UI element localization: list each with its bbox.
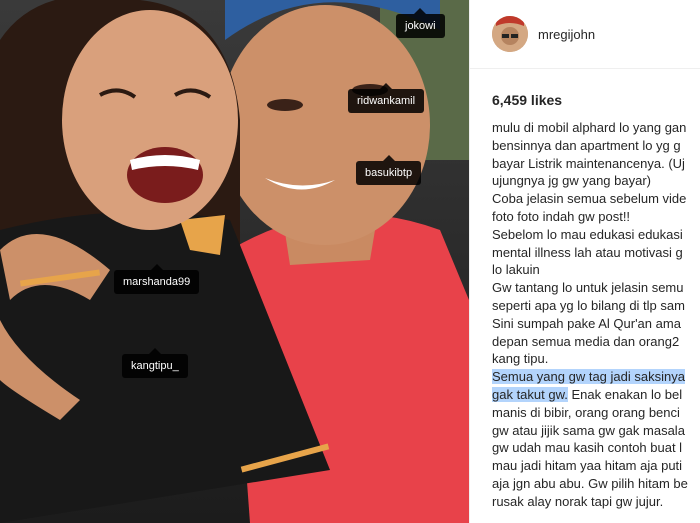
caption-line: seperti apa yg lo bilang di tlp sam <box>492 297 685 313</box>
post-photo[interactable]: jokowi ridwankamil basukibtp marshanda99… <box>0 0 469 523</box>
caption-line: Gw tantang lo untuk jelasin semu <box>492 280 684 296</box>
likes-count[interactable]: 6,459 likes <box>492 92 562 108</box>
caption-line: gw udah mau kasih contoh buat l <box>492 440 683 456</box>
caption-line: Sebelom lo mau edukasi edukasi <box>492 226 683 242</box>
caption-line: Coba jelasin semua sebelum vide <box>492 191 687 207</box>
caption-line: Sini sumpah pake Al Qur'an ama <box>492 315 681 331</box>
user-tag-basukibtp[interactable]: basukibtp <box>356 155 422 185</box>
post-sidebar: mregijohn 6,459 likes mulu di mobil alph… <box>470 0 700 523</box>
highlighted-text[interactable]: Semua yang gw tag jadi saksinya <box>492 369 685 385</box>
caption-line: gak takut gw. Enak enakan lo bel <box>492 386 700 404</box>
caption-line: Semua yang gw tag jadi saksinya <box>492 368 700 386</box>
avatar[interactable] <box>492 16 528 52</box>
caption-line: gw atau jijik sama gw gak masala <box>492 422 685 438</box>
caption-line: foto foto indah gw post!! <box>492 208 631 224</box>
caption-line: mental illness lah atau motivasi g <box>492 244 683 260</box>
highlighted-text[interactable]: gak takut gw. <box>492 386 568 402</box>
caption-line: ujungnya jg gw yang bayar) <box>492 173 651 189</box>
caption-line: bayar Listrik maintenancenya. (Uj <box>492 155 685 171</box>
post-caption: mulu di mobil alphard lo yang gan bensin… <box>492 119 700 511</box>
caption-line: aja jgn abu abu. Gw pilih hitam be <box>492 475 688 491</box>
avatar-image <box>492 16 528 52</box>
caption-line: mau jadi hitam yaa hitam aja puti <box>492 458 683 474</box>
user-tag-kangtipu[interactable]: kangtipu_ <box>122 348 188 378</box>
post-username[interactable]: mregijohn <box>538 27 595 42</box>
caption-line: mulu di mobil alphard lo yang gan <box>492 120 687 135</box>
caption-line: lo lakuin <box>492 262 540 278</box>
post-header: mregijohn <box>470 0 700 69</box>
caption-text: Enak enakan lo bel <box>567 386 683 402</box>
caption-line: depan semua media dan orang2 <box>492 333 680 349</box>
user-tag-marshanda99[interactable]: marshanda99 <box>114 264 200 294</box>
post-image <box>0 0 469 523</box>
caption-line: kang tipu. <box>492 351 549 367</box>
caption-line: rusak alay norak tapi gw jujur. <box>492 493 664 509</box>
caption-line: bensinnya dan apartment lo yg g <box>492 137 681 153</box>
user-tag-jokowi[interactable]: jokowi <box>396 8 445 38</box>
user-tag-ridwankamil[interactable]: ridwankamil <box>348 83 425 113</box>
caption-line: manis di bibir, orang orang benci <box>492 404 680 420</box>
